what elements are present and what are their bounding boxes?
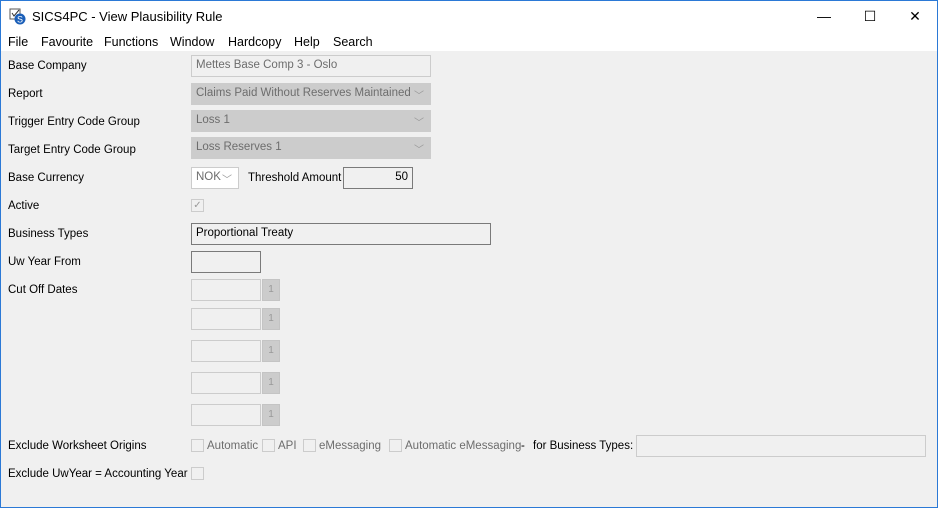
automatic-checkbox	[191, 439, 204, 452]
calendar-icon: 1	[262, 404, 280, 426]
dash-separator: -	[521, 440, 525, 452]
uw-year-from-field	[191, 251, 261, 273]
base-company-label: Base Company	[8, 60, 87, 72]
for-business-types-field	[636, 435, 926, 457]
menu-file[interactable]: File	[8, 35, 28, 49]
trigger-combo: Loss 1 ﹀	[191, 110, 431, 132]
exclude-uwyear-label: Exclude UwYear = Accounting Year	[8, 468, 188, 480]
business-types-label: Business Types	[8, 228, 89, 240]
svg-text:S: S	[17, 15, 23, 25]
currency-combo: NOK ﹀	[191, 167, 239, 189]
calendar-icon: 1	[262, 308, 280, 330]
business-types-field: Proportional Treaty	[191, 223, 491, 245]
cut-off-date-field	[191, 308, 261, 330]
trigger-label: Trigger Entry Code Group	[8, 116, 140, 128]
active-checkbox: ✓	[191, 199, 204, 212]
chevron-down-icon: ﹀	[414, 118, 424, 129]
calendar-icon: 1	[262, 372, 280, 394]
automatic-label: Automatic	[207, 440, 259, 452]
automatic-emessaging-checkbox	[389, 439, 402, 452]
trigger-value: Loss 1	[196, 114, 230, 126]
cut-off-date-field	[191, 279, 261, 301]
menu-search[interactable]: Search	[333, 35, 373, 49]
window-title: SICS4PC - View Plausibility Rule	[32, 9, 223, 24]
chevron-down-icon: ﹀	[414, 145, 424, 156]
target-combo: Loss Reserves 1 ﹀	[191, 137, 431, 159]
cut-off-date-field	[191, 340, 261, 362]
report-combo: Claims Paid Without Reserves Maintained ﹀	[191, 83, 431, 105]
currency-label: Base Currency	[8, 172, 85, 184]
menu-bar: File Favourite Functions Window Hardcopy…	[1, 32, 937, 51]
report-label: Report	[8, 88, 43, 100]
calendar-icon: 1	[262, 279, 280, 301]
maximize-button[interactable]: ☐	[847, 1, 893, 32]
exclude-origins-label: Exclude Worksheet Origins	[8, 440, 147, 452]
api-label: API	[278, 440, 297, 452]
for-business-types-label: for Business Types:	[533, 440, 634, 452]
target-label: Target Entry Code Group	[8, 144, 136, 156]
currency-value: NOK	[196, 171, 221, 183]
minimize-button[interactable]: —	[801, 1, 847, 32]
target-value: Loss Reserves 1	[196, 141, 282, 153]
uw-year-from-label: Uw Year From	[8, 256, 81, 268]
report-value: Claims Paid Without Reserves Maintained	[196, 87, 411, 99]
threshold-field: 50	[343, 167, 413, 189]
api-checkbox	[262, 439, 275, 452]
title-bar: S SICS4PC - View Plausibility Rule — ☐ ✕	[1, 1, 937, 32]
close-button[interactable]: ✕	[892, 1, 938, 32]
cut-off-date-field	[191, 404, 261, 426]
menu-help[interactable]: Help	[294, 35, 320, 49]
menu-window[interactable]: Window	[170, 35, 214, 49]
active-label: Active	[8, 200, 40, 212]
chevron-down-icon: ﹀	[222, 175, 232, 186]
cut-off-dates-label: Cut Off Dates	[8, 284, 78, 296]
exclude-uwyear-checkbox	[191, 467, 204, 480]
menu-hardcopy[interactable]: Hardcopy	[228, 35, 282, 49]
app-icon: S	[9, 8, 26, 25]
base-company-field: Mettes Base Comp 3 - Oslo	[191, 55, 431, 77]
threshold-label: Threshold Amount	[248, 172, 342, 184]
emessaging-checkbox	[303, 439, 316, 452]
automatic-emessaging-label: Automatic eMessaging	[405, 440, 522, 452]
menu-functions[interactable]: Functions	[104, 35, 158, 49]
emessaging-label: eMessaging	[319, 440, 382, 452]
cut-off-date-field	[191, 372, 261, 394]
menu-favourite[interactable]: Favourite	[41, 35, 93, 49]
chevron-down-icon: ﹀	[414, 91, 424, 102]
calendar-icon: 1	[262, 340, 280, 362]
